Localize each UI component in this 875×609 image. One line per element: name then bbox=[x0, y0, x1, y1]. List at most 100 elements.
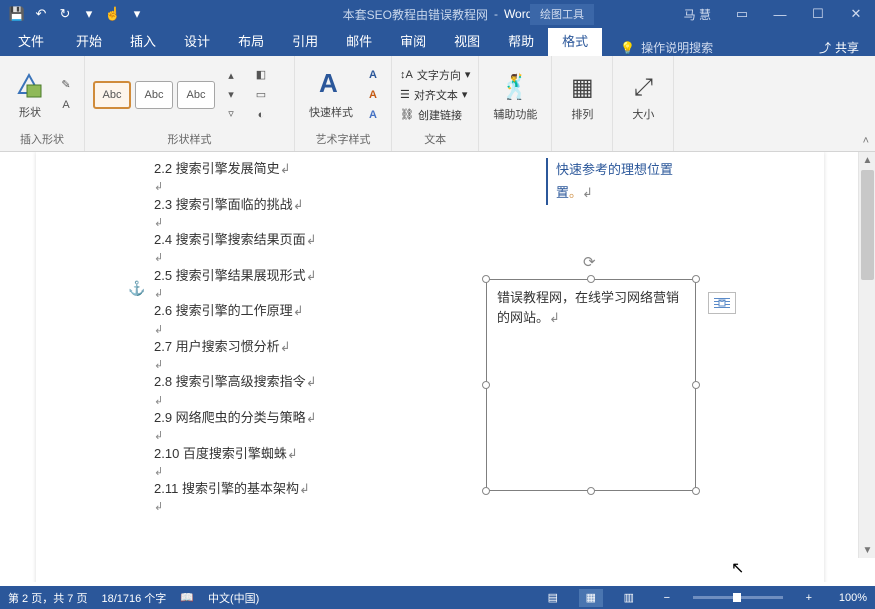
spellcheck-icon[interactable]: 📖 bbox=[180, 591, 194, 604]
tab-home[interactable]: 开始 bbox=[62, 26, 116, 56]
zoom-out-icon[interactable]: − bbox=[655, 589, 679, 607]
resize-handle[interactable] bbox=[692, 275, 700, 283]
shape-outline-icon[interactable]: ▭ bbox=[251, 86, 271, 104]
tab-insert[interactable]: 插入 bbox=[116, 26, 170, 56]
minimize-icon[interactable]: ― bbox=[761, 0, 799, 28]
text-fill-icon[interactable]: A bbox=[363, 66, 383, 84]
zoom-level[interactable]: 100% bbox=[839, 592, 867, 604]
text-effects-icon[interactable]: A bbox=[363, 106, 383, 124]
close-icon[interactable]: ✕ bbox=[837, 0, 875, 28]
qat-more-icon[interactable]: ▾ bbox=[126, 3, 148, 25]
maximize-icon[interactable]: ☐ bbox=[799, 0, 837, 28]
align-text-button[interactable]: ☰对齐文本▾ bbox=[400, 87, 470, 103]
share-button[interactable]: ⤴ 共享 bbox=[819, 39, 859, 56]
tab-review[interactable]: 审阅 bbox=[386, 26, 440, 56]
side-callout-text: 快速参考的理想位置 bbox=[556, 162, 673, 177]
tab-design[interactable]: 设计 bbox=[170, 26, 224, 56]
shape-style-1[interactable]: Abc bbox=[93, 81, 131, 109]
edit-shape-icon[interactable]: ✎ bbox=[56, 76, 76, 94]
text-outline-icon[interactable]: A bbox=[363, 86, 383, 104]
undo-icon[interactable]: ↶ bbox=[30, 3, 52, 25]
tab-help[interactable]: 帮助 bbox=[494, 26, 548, 56]
print-layout-icon[interactable]: ▦ bbox=[579, 589, 603, 607]
vertical-scrollbar[interactable]: ▲ ▼ bbox=[858, 152, 875, 558]
document-area[interactable]: ⚓ 2.2 搜索引擎发展简史↲↲2.3 搜索引擎面临的挑战↲↲2.4 搜索引擎搜… bbox=[0, 152, 875, 582]
shapes-button[interactable]: 形状 bbox=[8, 66, 52, 124]
size-button[interactable]: ⤢ 大小 bbox=[621, 68, 665, 126]
tell-me-search[interactable]: 💡 操作说明搜索 bbox=[620, 39, 713, 56]
paragraph-mark: ↲ bbox=[154, 216, 434, 231]
text-box-content: 错误教程网，在线学习网络营销的网站。 bbox=[497, 290, 679, 325]
language-indicator[interactable]: 中文(中国) bbox=[208, 590, 259, 606]
qat-customize-icon[interactable]: ▾ bbox=[78, 3, 100, 25]
scroll-up-icon[interactable]: ▲ bbox=[859, 152, 875, 168]
paragraph-mark: ↲ bbox=[154, 465, 434, 480]
tab-mail[interactable]: 邮件 bbox=[332, 26, 386, 56]
user-name[interactable]: 马 慧 bbox=[684, 6, 711, 23]
resize-handle[interactable] bbox=[692, 487, 700, 495]
touch-mode-icon[interactable]: ☝ bbox=[102, 3, 124, 25]
zoom-slider[interactable] bbox=[693, 596, 783, 599]
save-icon[interactable]: 💾 bbox=[6, 3, 28, 25]
group-label-shape-styles: 形状样式 bbox=[93, 129, 286, 149]
shape-style-2[interactable]: Abc bbox=[135, 81, 173, 109]
accessibility-label: 辅助功能 bbox=[493, 106, 537, 122]
tab-format[interactable]: 格式 bbox=[548, 26, 602, 56]
web-layout-icon[interactable]: ▥ bbox=[617, 589, 641, 607]
arrange-button[interactable]: ▦ 排列 bbox=[560, 68, 604, 126]
tab-references[interactable]: 引用 bbox=[278, 26, 332, 56]
ribbon-tabs: 文件 开始 插入 设计 布局 引用 邮件 审阅 视图 帮助 格式 💡 操作说明搜… bbox=[0, 28, 875, 56]
page-indicator[interactable]: 第 2 页，共 7 页 bbox=[8, 590, 87, 606]
paragraph-mark: ↲ bbox=[154, 358, 434, 373]
window-controls: 马 慧 ▭ ― ☐ ✕ bbox=[684, 0, 875, 28]
text-box-icon[interactable]: A bbox=[56, 96, 76, 114]
resize-handle[interactable] bbox=[482, 275, 490, 283]
gallery-down-icon[interactable]: ▾ bbox=[221, 86, 241, 104]
quick-styles-button[interactable]: A 快速样式 bbox=[303, 66, 359, 124]
rotate-handle-icon[interactable]: ⟳ bbox=[583, 252, 599, 268]
toc-line: 2.3 搜索引擎面临的挑战↲ bbox=[154, 196, 434, 214]
group-size: ⤢ 大小 bbox=[613, 56, 674, 151]
paragraph-mark: ↲ bbox=[154, 323, 434, 338]
scroll-thumb[interactable] bbox=[861, 170, 874, 280]
group-shape-styles: Abc Abc Abc ▴ ▾ ▿ ◧ ▭ ◐ 形状样式 bbox=[85, 56, 295, 151]
gallery-more-icon[interactable]: ▿ bbox=[221, 105, 241, 123]
toc-line: 2.10 百度搜索引擎蜘蛛↲ bbox=[154, 445, 434, 463]
shape-effects-icon[interactable]: ◐ bbox=[251, 106, 271, 124]
gallery-up-icon[interactable]: ▴ bbox=[221, 67, 241, 85]
group-insert-shapes: 形状 ✎ A 插入形状 bbox=[0, 56, 85, 151]
resize-handle[interactable] bbox=[482, 487, 490, 495]
resize-handle[interactable] bbox=[692, 381, 700, 389]
tab-layout[interactable]: 布局 bbox=[224, 26, 278, 56]
accessibility-button[interactable]: 🕺 辅助功能 bbox=[487, 68, 543, 126]
tab-view[interactable]: 视图 bbox=[440, 26, 494, 56]
shape-fill-icon[interactable]: ◧ bbox=[251, 66, 271, 84]
resize-handle[interactable] bbox=[587, 487, 595, 495]
text-direction-button[interactable]: ↕A文字方向▾ bbox=[400, 67, 470, 83]
group-label-text: 文本 bbox=[400, 129, 470, 149]
read-mode-icon[interactable]: ▤ bbox=[541, 589, 565, 607]
resize-handle[interactable] bbox=[482, 381, 490, 389]
ribbon-display-icon[interactable]: ▭ bbox=[723, 0, 761, 28]
chevron-down-icon: ▾ bbox=[462, 88, 468, 101]
title-sep: - bbox=[494, 7, 498, 21]
text-box[interactable]: ⟳ 错误教程网，在线学习网络营销的网站。↲ bbox=[486, 279, 696, 491]
collapse-ribbon-icon[interactable]: ˄ bbox=[863, 135, 869, 147]
side-callout: 快速参考的理想位置 置。↲ bbox=[546, 158, 716, 205]
layout-options-button[interactable] bbox=[708, 292, 736, 314]
toc-line: 2.9 网络爬虫的分类与策略↲ bbox=[154, 409, 434, 427]
word-count[interactable]: 18/1716 个字 bbox=[101, 590, 166, 606]
create-link-button[interactable]: ⛓创建链接 bbox=[400, 107, 470, 123]
shape-style-3[interactable]: Abc bbox=[177, 81, 215, 109]
shape-style-gallery[interactable]: Abc Abc Abc bbox=[93, 81, 215, 109]
zoom-in-icon[interactable]: + bbox=[797, 589, 821, 607]
resize-handle[interactable] bbox=[587, 275, 595, 283]
tab-file[interactable]: 文件 bbox=[0, 26, 62, 56]
quick-access-toolbar: 💾 ↶ ↻ ▾ ☝ ▾ bbox=[0, 3, 154, 25]
scroll-down-icon[interactable]: ▼ bbox=[859, 542, 875, 558]
redo-icon[interactable]: ↻ bbox=[54, 3, 76, 25]
group-arrange: ▦ 排列 bbox=[552, 56, 613, 151]
zoom-slider-thumb[interactable] bbox=[733, 593, 741, 602]
page: ⚓ 2.2 搜索引擎发展简史↲↲2.3 搜索引擎面临的挑战↲↲2.4 搜索引擎搜… bbox=[36, 152, 824, 582]
group-label-insert-shapes: 插入形状 bbox=[8, 129, 76, 149]
